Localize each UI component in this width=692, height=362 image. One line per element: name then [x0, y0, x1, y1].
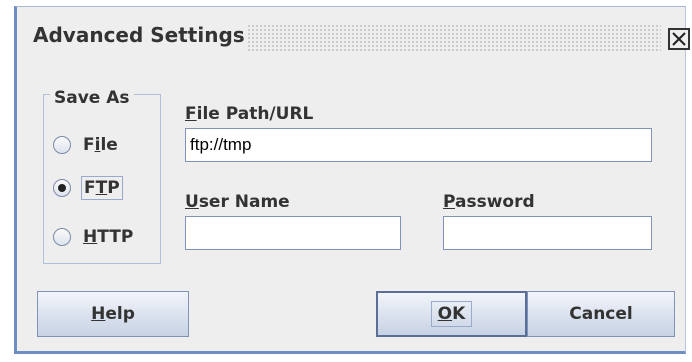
cancel-button-label: Cancel [569, 304, 633, 324]
user-name-input[interactable] [185, 216, 401, 250]
radio-ftp-label[interactable]: FTP [81, 176, 123, 200]
radio-http[interactable]: HTTP [53, 226, 135, 248]
save-as-legend: Save As [50, 88, 134, 108]
title-bar[interactable]: Advanced Settings [17, 14, 690, 60]
radio-file-text: File [83, 135, 118, 155]
radio-ftp-circle[interactable] [53, 179, 71, 197]
user-name-label: User Name [185, 192, 290, 212]
cancel-button[interactable]: Cancel [527, 291, 675, 337]
radio-ftp[interactable]: FTP [53, 176, 123, 200]
radio-ftp-text: FTP [84, 178, 120, 198]
radio-file-circle[interactable] [53, 136, 71, 154]
close-button[interactable] [668, 28, 690, 50]
radio-file[interactable]: File [53, 134, 120, 156]
help-button-label: Help [91, 304, 135, 324]
radio-file-label[interactable]: File [81, 134, 120, 156]
help-button[interactable]: Help [37, 291, 189, 337]
ok-button-label: OK [430, 301, 473, 327]
dialog-title: Advanced Settings [33, 23, 245, 47]
file-path-label: File Path/URL [185, 104, 314, 124]
password-label: Password [443, 192, 535, 212]
file-path-input[interactable] [185, 128, 652, 162]
close-icon [672, 32, 686, 46]
radio-http-circle[interactable] [53, 228, 71, 246]
password-input[interactable] [443, 216, 652, 250]
ok-button[interactable]: OK [376, 291, 527, 337]
radio-http-label[interactable]: HTTP [81, 226, 135, 248]
title-bar-grip [247, 24, 661, 52]
radio-http-text: HTTP [83, 227, 134, 247]
